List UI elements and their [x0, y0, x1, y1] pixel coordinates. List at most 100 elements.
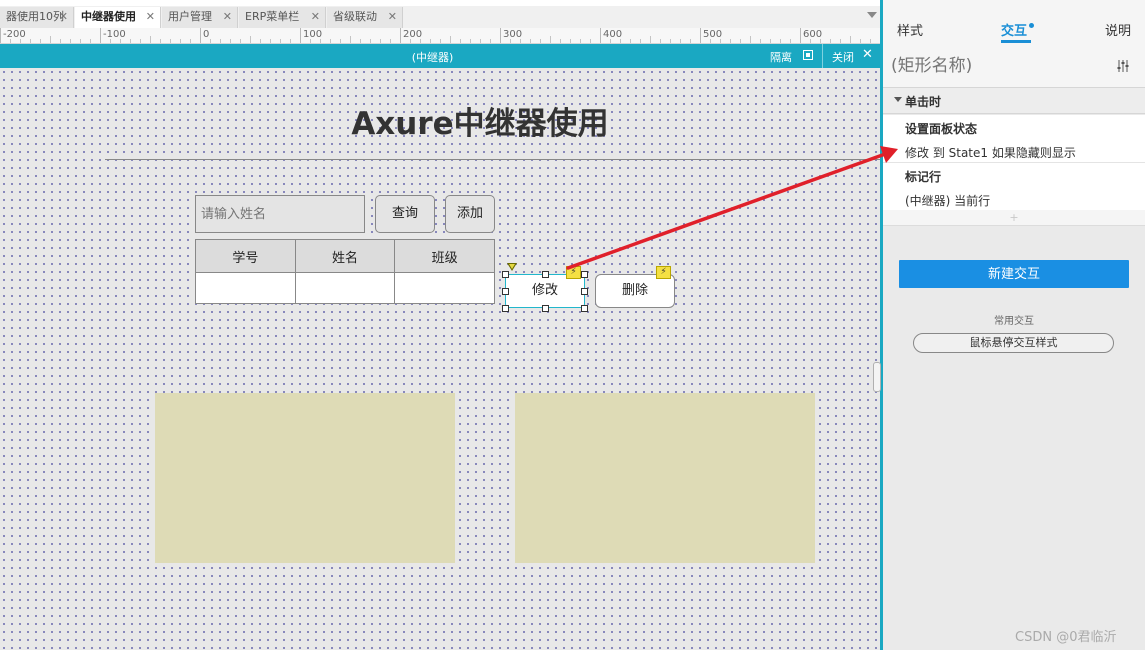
ruler-minor-tick: [790, 39, 791, 43]
shape-name-input[interactable]: [891, 52, 1101, 80]
repeater-bar-title: (中继器): [411, 51, 454, 64]
tab-notes[interactable]: 说明: [1105, 20, 1131, 39]
ruler-minor-tick: [170, 39, 171, 43]
ruler-minor-tick: [280, 39, 281, 43]
add-button[interactable]: 添加: [445, 195, 495, 233]
ruler-minor-tick: [230, 39, 231, 43]
ruler-minor-tick: [240, 39, 241, 43]
page-heading[interactable]: Axure中继器使用: [280, 98, 680, 143]
dynamic-panel-left[interactable]: [155, 393, 455, 563]
ruler-minor-tick: [460, 39, 461, 43]
ruler-minor-tick: [660, 39, 661, 43]
close-icon[interactable]: ✕: [862, 47, 873, 62]
tab-province-linkage[interactable]: 省级联动 ✕: [327, 7, 403, 28]
tab-interaction[interactable]: 交互: [1001, 20, 1035, 39]
ruler-major-tick: [500, 28, 501, 43]
ruler-minor-tick: [350, 36, 351, 43]
ruler-label: -100: [103, 29, 126, 40]
tab-style[interactable]: 样式: [897, 20, 923, 39]
edit-button[interactable]: 修改: [505, 274, 585, 308]
ruler-minor-tick: [870, 39, 871, 43]
tab-label: ERP菜单栏: [245, 10, 300, 23]
ruler-minor-tick: [260, 39, 261, 43]
ruler-minor-tick: [760, 39, 761, 43]
repeater-marker-icon: [507, 263, 517, 271]
close-repeater-button[interactable]: 关闭: [832, 49, 854, 65]
tab-close-icon[interactable]: ✕: [388, 7, 397, 27]
repeater-bar-divider: [822, 44, 823, 68]
lightning-bolt-icon[interactable]: ⚡: [656, 266, 671, 279]
column-header-class[interactable]: 班级: [394, 239, 495, 273]
dropdown-arrow-icon[interactable]: [867, 12, 877, 18]
table-cell[interactable]: [394, 272, 495, 304]
table-cell[interactable]: [294, 272, 396, 304]
ruler-minor-tick: [510, 39, 511, 43]
table-row[interactable]: [195, 272, 495, 304]
horizontal-ruler: -200 -100 0 100 200 300 400 500 600: [0, 28, 883, 44]
collapse-caret-icon[interactable]: [894, 97, 902, 102]
event-onclick[interactable]: 单击时: [883, 88, 1145, 114]
tab-close-icon[interactable]: ✕: [146, 7, 155, 27]
tab-close-icon[interactable]: ✕: [311, 7, 320, 27]
ruler-minor-tick: [770, 39, 771, 43]
add-action-button[interactable]: +: [883, 210, 1145, 226]
ruler-minor-tick: [540, 39, 541, 43]
tab-repeater-10-columns[interactable]: 器使用10列 ✕: [0, 7, 74, 28]
sliders-settings-icon[interactable]: [1116, 59, 1130, 73]
ruler-minor-tick: [150, 36, 151, 43]
ruler-minor-tick: [30, 39, 31, 43]
ruler-major-tick: [400, 28, 401, 43]
ruler-minor-tick: [860, 39, 861, 43]
ruler-label: -200: [3, 29, 26, 40]
ruler-major-tick: [700, 28, 701, 43]
tab-erp-menu[interactable]: ERP菜单栏 ✕: [239, 7, 326, 28]
ruler-minor-tick: [120, 39, 121, 43]
column-header-student-id[interactable]: 学号: [195, 239, 296, 273]
ruler-minor-tick: [850, 36, 851, 43]
student-table[interactable]: 学号 姓名 班级: [195, 239, 495, 304]
query-button[interactable]: 查询: [375, 195, 435, 233]
resize-handle[interactable]: [581, 288, 588, 295]
tab-repeater-usage[interactable]: 中继器使用 ✕: [75, 7, 161, 28]
ruler-minor-tick: [740, 39, 741, 43]
resize-handle[interactable]: [502, 271, 509, 278]
ruler-minor-tick: [140, 39, 141, 43]
isolate-icon[interactable]: [803, 50, 813, 60]
resize-handle[interactable]: [502, 288, 509, 295]
ruler-minor-tick: [430, 39, 431, 43]
resize-handle[interactable]: [542, 305, 549, 312]
tab-close-icon[interactable]: ✕: [223, 7, 232, 27]
ruler-major-tick: [100, 28, 101, 43]
action-set-panel-state[interactable]: 设置面板状态 修改 到 State1 如果隐藏则显示: [883, 115, 1145, 163]
common-interactions-label: 常用交互: [994, 316, 1034, 327]
action-name: 标记行: [905, 170, 942, 184]
action-mark-row[interactable]: 标记行 (中继器) 当前行: [883, 163, 1145, 211]
hover-style-button[interactable]: 鼠标悬停交互样式: [913, 333, 1114, 353]
new-interaction-button[interactable]: 新建交互: [899, 260, 1129, 288]
scrollbar-handle[interactable]: [873, 362, 881, 392]
tab-user-management[interactable]: 用户管理 ✕: [162, 7, 238, 28]
ruler-minor-tick: [90, 39, 91, 43]
resize-handle[interactable]: [581, 271, 588, 278]
ruler-major-tick: [0, 28, 1, 43]
ruler-minor-tick: [370, 39, 371, 43]
ruler-minor-tick: [710, 39, 711, 43]
ruler-major-tick: [800, 28, 801, 43]
delete-button[interactable]: 删除: [595, 274, 675, 308]
resize-handle[interactable]: [542, 271, 549, 278]
name-search-input[interactable]: [195, 195, 365, 233]
lightning-bolt-icon[interactable]: ⚡: [566, 266, 581, 279]
design-canvas[interactable]: Axure中继器使用 查询 添加 学号 姓名 班级 修改 ⚡ 删除 ⚡: [0, 68, 880, 650]
ruler-minor-tick: [830, 39, 831, 43]
resize-handle[interactable]: [502, 305, 509, 312]
resize-handle[interactable]: [581, 305, 588, 312]
tab-close-icon[interactable]: ✕: [59, 7, 68, 27]
tab-label: 中继器使用: [81, 10, 136, 23]
horizontal-line-widget[interactable]: [105, 159, 880, 160]
ruler-minor-tick: [720, 39, 721, 43]
table-cell[interactable]: [195, 272, 296, 304]
isolate-button[interactable]: 隔离: [770, 49, 792, 65]
column-header-name[interactable]: 姓名: [294, 239, 396, 273]
ruler-minor-tick: [590, 39, 591, 43]
dynamic-panel-right[interactable]: [515, 393, 815, 563]
